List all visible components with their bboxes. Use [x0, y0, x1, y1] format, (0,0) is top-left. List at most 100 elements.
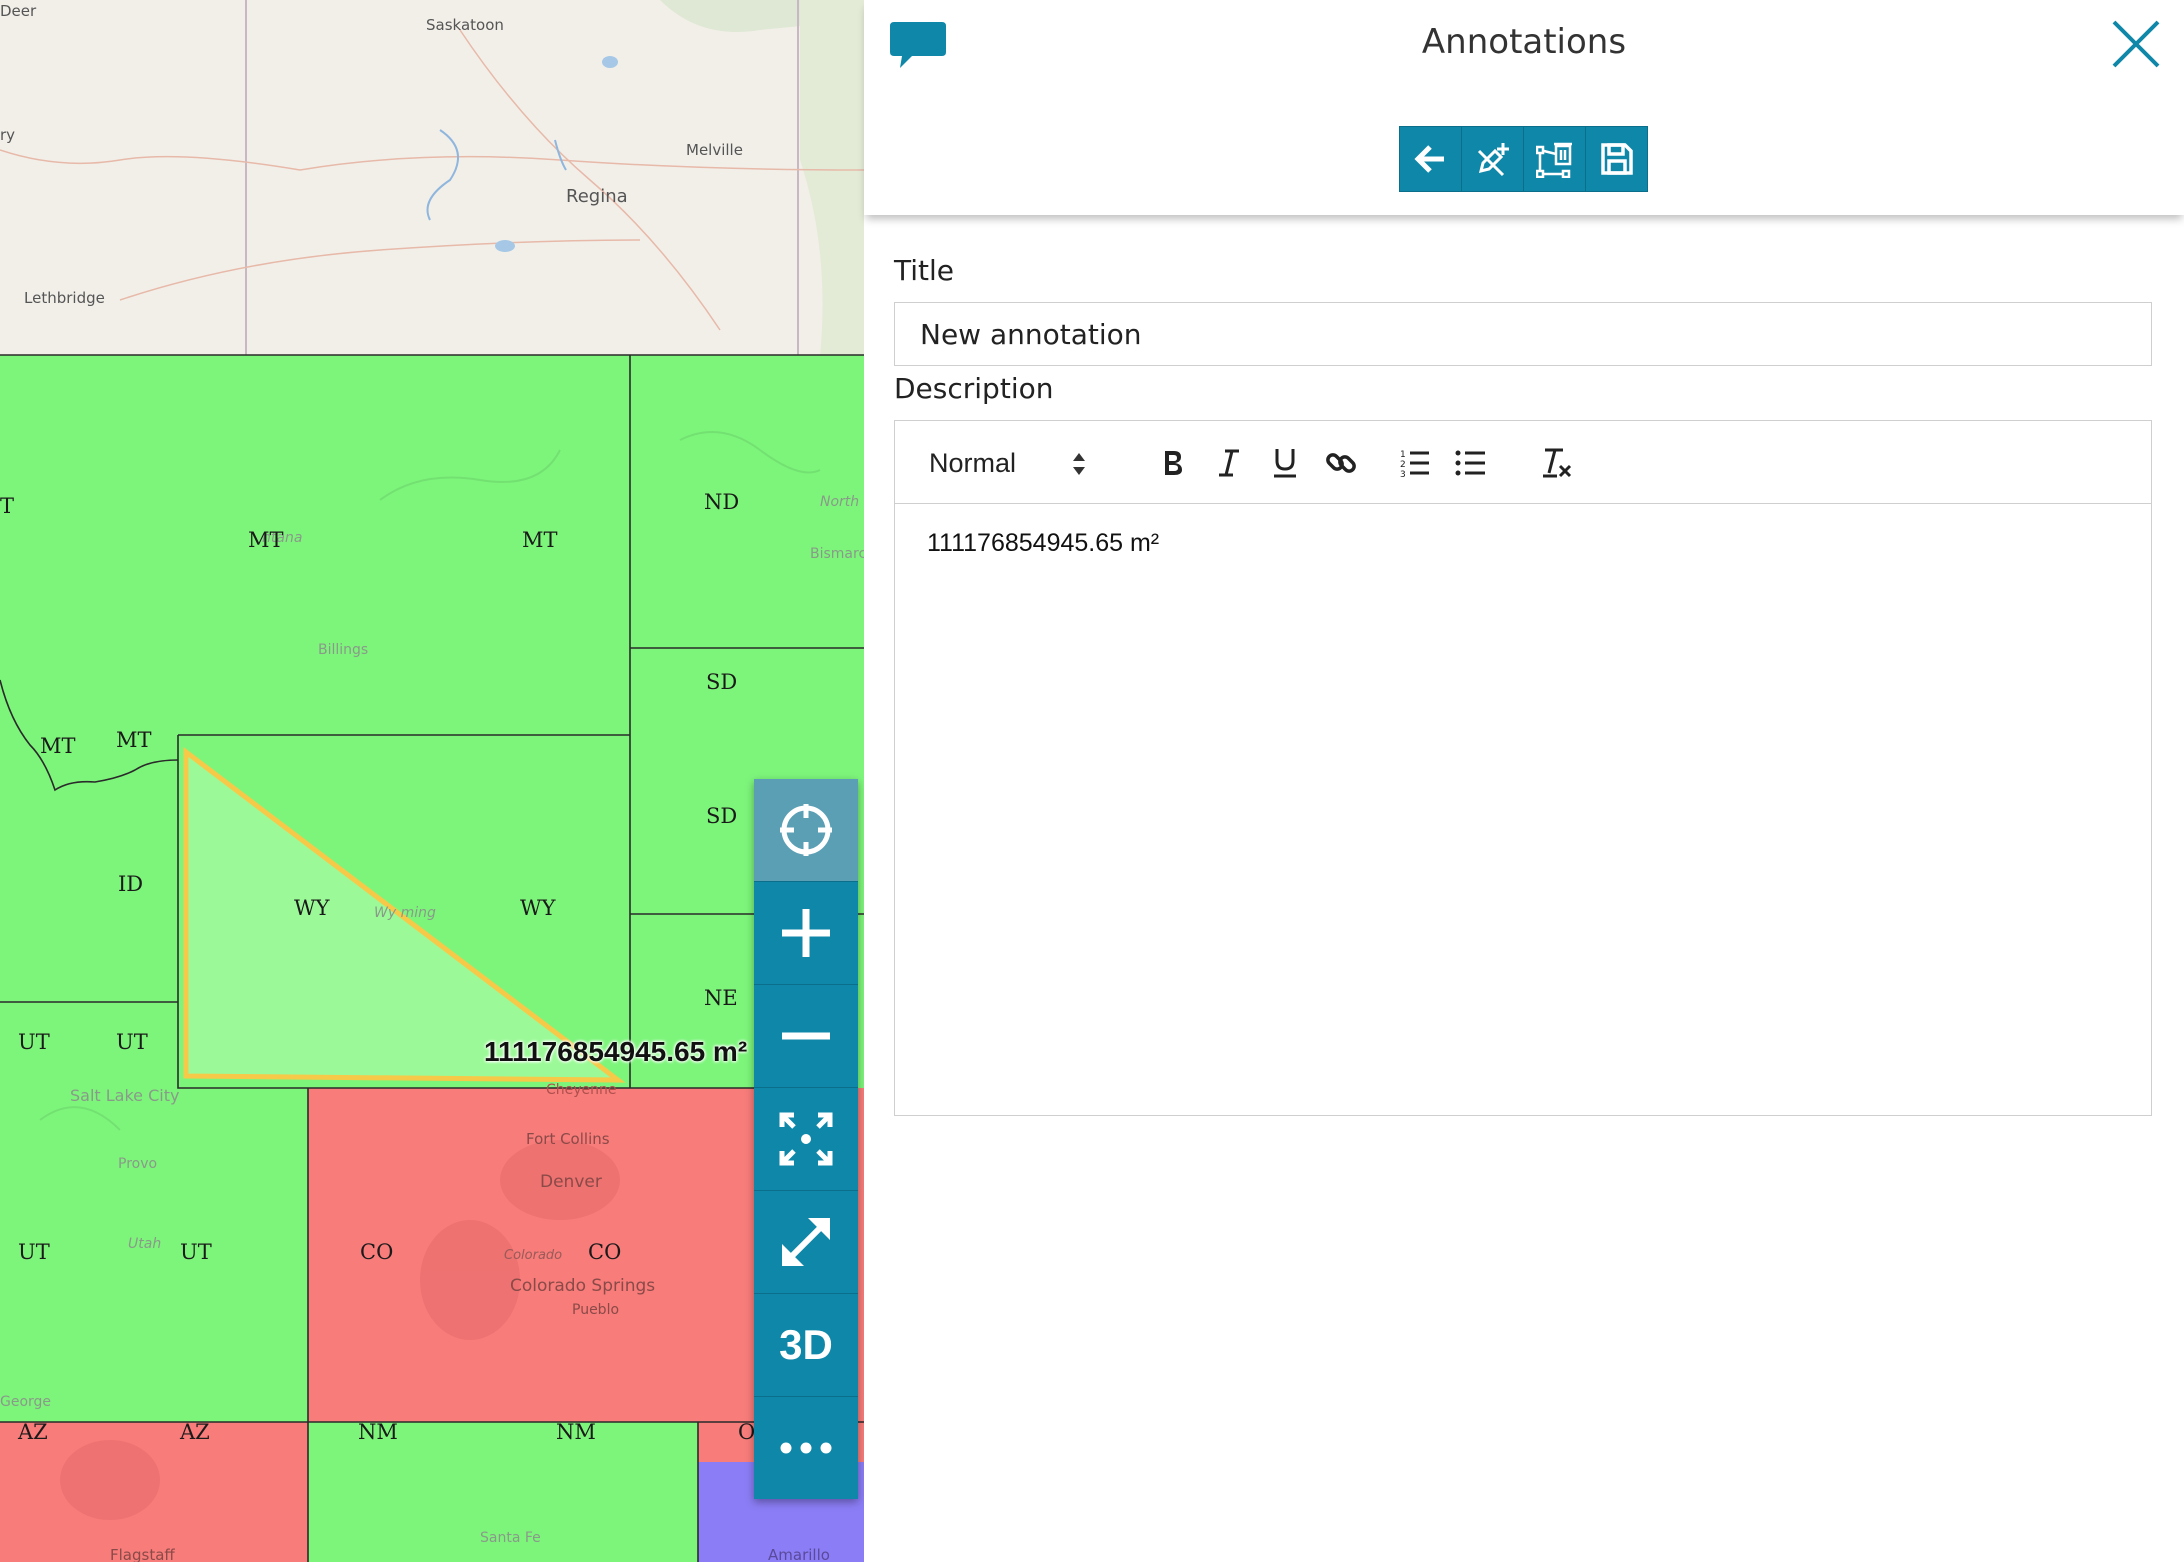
annotations-panel: Annotations Title New annotation Descrip… — [864, 0, 2184, 1562]
title-label: Title — [894, 254, 955, 287]
fullscreen-button[interactable] — [754, 1191, 858, 1294]
place-label: Billings — [318, 642, 369, 658]
back-button[interactable] — [1400, 127, 1462, 191]
state-label: MT — [522, 528, 558, 552]
bold-icon — [1165, 451, 1182, 475]
place-label: Flagstaff — [110, 1546, 175, 1562]
fit-extent-button[interactable] — [754, 1088, 858, 1191]
state-label: UT — [116, 1030, 148, 1054]
expand-icon — [782, 1218, 830, 1266]
ordered-list-button[interactable]: 1 2 3 — [1393, 441, 1437, 485]
link-button[interactable] — [1319, 441, 1363, 485]
minus-icon — [782, 1032, 830, 1040]
state-label: UT — [18, 1240, 50, 1264]
place-label: Utah — [128, 1236, 162, 1252]
title-input[interactable] — [894, 302, 2152, 366]
svg-text:2: 2 — [1400, 460, 1406, 470]
state-label: AZ — [18, 1420, 48, 1444]
back-arrow-icon — [1413, 145, 1444, 173]
place-label: Saskatoon — [426, 16, 504, 34]
ordered-list-icon: 1 2 3 — [1400, 450, 1429, 478]
map-canvas[interactable] — [0, 0, 864, 1562]
bold-button[interactable] — [1151, 441, 1195, 485]
state-label: MT — [116, 728, 152, 752]
draw-edit-icon — [1477, 143, 1509, 177]
italic-button[interactable] — [1207, 441, 1251, 485]
plus-icon — [782, 909, 830, 957]
panel-title: Annotations — [1421, 22, 1627, 62]
place-label: Colorado — [504, 1248, 563, 1263]
crosshair-icon — [780, 804, 832, 856]
place-label: Melville — [686, 141, 743, 159]
svg-text:3: 3 — [1400, 470, 1406, 478]
state-label: SD — [706, 670, 738, 694]
state-label: WY — [520, 896, 556, 920]
svg-text:1: 1 — [1400, 450, 1406, 460]
place-label: Bismarc — [810, 546, 864, 562]
save-button[interactable] — [1586, 127, 1647, 191]
delete-geometry-icon — [1535, 142, 1572, 178]
place-label: Santa Fe — [480, 1530, 541, 1546]
place-label: Fort Collins — [526, 1130, 610, 1148]
clear-format-button[interactable] — [1535, 441, 1579, 485]
more-button[interactable] — [754, 1397, 858, 1499]
state-label: CO — [588, 1240, 622, 1264]
clear-format-icon — [1543, 448, 1572, 478]
place-label: Salt Lake City — [70, 1086, 180, 1105]
place-label: George — [0, 1394, 52, 1410]
close-icon[interactable] — [2106, 14, 2166, 74]
map-controls: 3D — [754, 779, 858, 1499]
state-label: WY — [294, 896, 330, 920]
3d-label: 3D — [779, 1321, 833, 1368]
measurement-label: 111176854945.65 m² — [484, 1036, 748, 1067]
description-editor: Normal 1 2 3 111176854945.65 m² — [894, 420, 2152, 1116]
zoom-out-button[interactable] — [754, 985, 858, 1088]
place-label: Lethbridge — [24, 289, 105, 307]
format-select[interactable]: Normal — [929, 443, 1099, 483]
place-label: Deer — [0, 2, 37, 20]
up-down-chevron-icon — [1073, 453, 1085, 475]
bullet-list-icon — [1455, 450, 1485, 476]
state-label: SD — [706, 804, 738, 828]
delete-geometry-button[interactable] — [1524, 127, 1586, 191]
state-label: MT — [40, 734, 76, 758]
italic-icon — [1219, 449, 1239, 477]
state-label: AZ — [180, 1420, 210, 1444]
underline-icon — [1274, 449, 1296, 478]
place-label: Wy ming — [374, 905, 436, 921]
bullet-list-button[interactable] — [1449, 441, 1493, 485]
state-label: UT — [180, 1240, 212, 1264]
place-label: Provo — [118, 1156, 158, 1172]
state-label: NM — [358, 1420, 398, 1444]
editor-toolbar: Normal 1 2 3 — [895, 421, 2151, 504]
zoom-in-button[interactable] — [754, 882, 858, 985]
state-label: ID — [118, 872, 144, 896]
underline-button[interactable] — [1263, 441, 1307, 485]
locate-button[interactable] — [754, 779, 858, 882]
panel-header: Annotations — [864, 0, 2184, 215]
state-label: CO — [360, 1240, 394, 1264]
format-select-value: Normal — [929, 448, 1017, 478]
link-icon — [1326, 453, 1356, 473]
state-label: T — [0, 494, 15, 518]
place-label: Colorado Springs — [510, 1276, 656, 1296]
place-label: Amarillo — [768, 1546, 830, 1562]
place-label: Pueblo — [572, 1302, 620, 1318]
save-icon — [1600, 143, 1633, 175]
state-label: UT — [18, 1030, 50, 1054]
description-label: Description — [894, 372, 1054, 405]
place-label: Denver — [540, 1172, 602, 1192]
draw-edit-button[interactable] — [1462, 127, 1524, 191]
more-icon — [780, 1442, 832, 1454]
3d-button[interactable]: 3D — [754, 1294, 858, 1397]
map-view[interactable]: Saskatoon Melville Regina Lethbridge Dee… — [0, 0, 864, 1562]
description-content[interactable]: 111176854945.65 m² — [927, 529, 1159, 558]
state-label: NM — [556, 1420, 596, 1444]
state-label: NE — [704, 986, 738, 1010]
state-label: MT — [248, 528, 284, 552]
place-label: Regina — [566, 186, 628, 207]
annotation-toolbar — [1399, 126, 1648, 192]
place-label: North — [820, 494, 860, 510]
state-label: O — [738, 1420, 756, 1444]
place-label: Cheyenne — [546, 1082, 617, 1098]
